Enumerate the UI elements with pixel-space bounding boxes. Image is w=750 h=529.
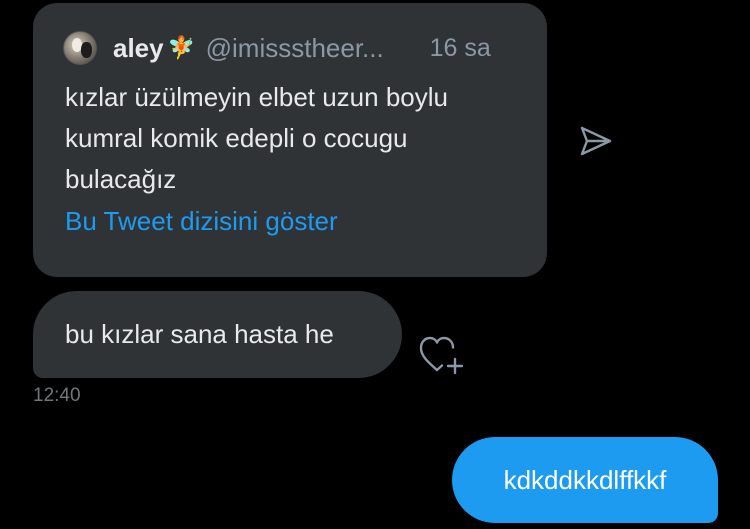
- show-thread-link[interactable]: Bu Tweet dizisini göster: [65, 206, 338, 237]
- author-avatar[interactable]: [63, 31, 97, 65]
- tweet-header: aley 🧚 @imissstheer... 16 sa: [63, 30, 517, 66]
- tweet-text: kızlar üzülmeyin elbet uzun boylu kumral…: [65, 82, 448, 194]
- add-reaction-heart-icon: [419, 336, 464, 375]
- quoted-tweet-card[interactable]: aley 🧚 @imissstheer... 16 sa kızlar üzül…: [33, 3, 547, 277]
- dm-conversation: aley 🧚 @imissstheer... 16 sa kızlar üzül…: [0, 0, 750, 529]
- share-tweet-button[interactable]: [578, 123, 614, 159]
- sent-message-bubble[interactable]: kdkddkkdlffkkf: [452, 437, 718, 523]
- author-handle[interactable]: @imissstheer...: [206, 33, 408, 64]
- tweet-time-ago: 16 sa: [429, 33, 491, 62]
- message-timestamp: 12:40: [33, 385, 81, 406]
- received-message-bubble[interactable]: bu kızlar sana hasta he: [33, 291, 402, 378]
- received-message-text: bu kızlar sana hasta he: [65, 319, 334, 349]
- send-share-icon: [580, 126, 612, 156]
- fairy-emoji-icon: 🧚: [167, 35, 196, 60]
- sent-message-text: kdkddkkdlffkkf: [503, 465, 667, 495]
- author-display-name[interactable]: aley: [113, 33, 164, 64]
- add-reaction-button[interactable]: [418, 334, 468, 376]
